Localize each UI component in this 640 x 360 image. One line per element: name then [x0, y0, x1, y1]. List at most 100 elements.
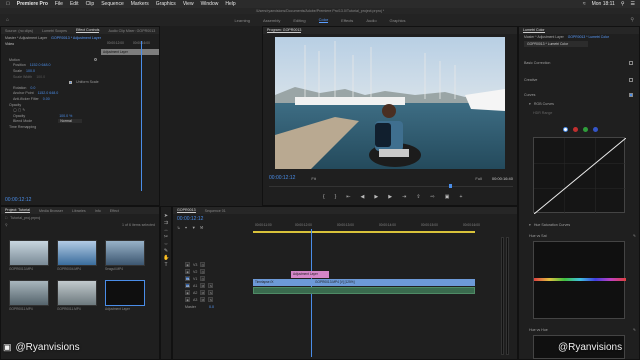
razor-tool-icon[interactable]: ✂	[163, 234, 169, 240]
add-button-icon[interactable]: +	[459, 194, 462, 200]
mark-in-icon[interactable]: {	[323, 194, 325, 200]
settings-wrench-icon[interactable]: ⚒	[200, 225, 204, 230]
gopr0013-video-clip[interactable]: GOPR0013.MP4 [V] [125%]	[313, 279, 475, 286]
mark-out-icon[interactable]: }	[335, 194, 337, 200]
slip-tool-icon[interactable]: ⇔	[163, 241, 169, 247]
playback-quality-select[interactable]: Full	[475, 176, 481, 181]
track-a1[interactable]: A1 A1 M S	[173, 282, 253, 289]
search-icon[interactable]: ⚲	[5, 223, 8, 227]
tab-sequence-01[interactable]: Sequence 01	[205, 209, 226, 213]
project-item[interactable]: GOPR0011.MP4	[57, 280, 97, 311]
menu-help[interactable]: Help	[225, 1, 235, 7]
blue-channel-button[interactable]	[593, 127, 598, 132]
hand-tool-icon[interactable]: ✋	[163, 255, 169, 261]
track-master[interactable]: Master 0.0	[173, 303, 253, 310]
export-frame-icon[interactable]: ▣	[445, 194, 450, 200]
project-item[interactable]: Adjustment Layer	[105, 280, 145, 311]
zoom-fit-select[interactable]: Fit	[311, 176, 315, 181]
lumetri-sequence-label[interactable]: GOPR0013 * Lumetri Color	[568, 35, 609, 39]
tab-audio-clip-mixer[interactable]: Audio Clip Mixer: GOPR0013	[108, 29, 155, 33]
tab-lumetri-scopes[interactable]: Lumetri Scopes	[42, 29, 67, 33]
play-icon[interactable]: ▶	[374, 194, 378, 200]
ec-time-ruler[interactable]: 00:00:12:00 00:00:16:00	[101, 41, 159, 48]
wifi-icon[interactable]: ≈	[583, 1, 586, 7]
workspace-effects[interactable]: Effects	[341, 18, 353, 23]
tab-media-browser[interactable]: Media Browser	[39, 209, 63, 213]
step-back-icon[interactable]: ◀	[361, 194, 365, 200]
menu-window[interactable]: Window	[201, 1, 219, 7]
workspace-assembly[interactable]: Assembly	[263, 18, 280, 23]
timelapse-clip[interactable]: Timelapse.fX	[253, 279, 313, 286]
selection-tool-icon[interactable]: ➤	[163, 213, 169, 219]
workspace-learning[interactable]: Learning	[234, 18, 250, 23]
tab-lumetri-color[interactable]: Lumetri Color	[523, 28, 545, 33]
add-marker-icon[interactable]: ▼	[192, 225, 196, 230]
workspace-graphics[interactable]: Graphics	[390, 18, 406, 23]
ec-clip-bar[interactable]: Adjustment Layer	[101, 49, 159, 55]
search-icon[interactable]: ⚲	[621, 1, 625, 7]
menu-markers[interactable]: Markers	[131, 1, 149, 7]
tab-sequence-gopr0013[interactable]: GOPR0013	[177, 208, 196, 213]
menu-list-icon[interactable]: ☰	[631, 1, 635, 7]
go-to-in-icon[interactable]: ⇤	[346, 194, 350, 200]
tab-project[interactable]: Project: Tutorial	[5, 208, 30, 213]
section-basic-correction[interactable]: Basic Correction	[519, 58, 639, 67]
workspace-editing[interactable]: Editing	[293, 18, 305, 23]
tab-libraries[interactable]: Libraries	[72, 209, 86, 213]
lumetri-master-label[interactable]: Master * Adjustment Layer	[524, 35, 564, 39]
workspace-audio[interactable]: Audio	[366, 18, 376, 23]
track-v2[interactable]: ◉ V2 ◎	[173, 268, 253, 275]
track-v3[interactable]: ◉ V3 ◎	[173, 261, 253, 268]
menu-graphics[interactable]: Graphics	[156, 1, 176, 7]
green-channel-button[interactable]	[583, 127, 588, 132]
type-tool-icon[interactable]: T	[163, 262, 169, 268]
project-item[interactable]: GOPR0013.MP4	[9, 240, 49, 271]
tab-source[interactable]: Source: (no clips)	[5, 29, 33, 33]
track-a2[interactable]: ◉ A2 M S	[173, 289, 253, 296]
menu-sequence[interactable]: Sequence	[101, 1, 124, 7]
project-item[interactable]: GOPR0011.MP4	[9, 280, 49, 311]
tab-effects[interactable]: Effect	[110, 209, 119, 213]
ec-row-time-remapping[interactable]: Time Remapping	[1, 124, 101, 130]
lift-icon[interactable]: ⇧	[416, 194, 420, 200]
ec-playhead[interactable]	[141, 41, 142, 191]
rgb-curves-toggle[interactable]: ▾ RGB Curves	[519, 99, 639, 108]
program-playhead[interactable]	[449, 184, 452, 188]
go-to-out-icon[interactable]: ⇥	[402, 194, 406, 200]
menu-view[interactable]: View	[183, 1, 194, 7]
pen-tool-icon[interactable]: ✎	[163, 248, 169, 254]
section-curves[interactable]: Curves	[519, 90, 639, 99]
track-select-icon[interactable]: ⇉	[163, 220, 169, 226]
apple-icon[interactable]: 	[6, 1, 10, 7]
red-channel-button[interactable]	[573, 127, 578, 132]
lumetri-effect-select[interactable]: GOPR0013 * Lumetri Color	[519, 40, 639, 48]
app-menu[interactable]: Premiere Pro	[17, 1, 48, 7]
rgb-curve-graph[interactable]	[533, 137, 627, 215]
luma-channel-button[interactable]	[563, 127, 568, 132]
project-item[interactable]: Seagull.MP4	[105, 240, 145, 271]
tab-program[interactable]: Program: GOPR0013	[267, 28, 302, 33]
adjustment-layer-clip[interactable]: Adjustment Layer	[291, 271, 329, 278]
section-creative[interactable]: Creative	[519, 75, 639, 84]
hue-vs-sat-graph[interactable]	[533, 241, 626, 319]
linked-selection-icon[interactable]: ⚭	[184, 225, 187, 230]
program-timecode[interactable]: 00:00:12:12	[269, 175, 295, 181]
menu-clip[interactable]: Clip	[86, 1, 95, 7]
program-video-frame[interactable]	[275, 37, 505, 169]
workspace-color[interactable]: Color	[318, 17, 329, 23]
track-a3[interactable]: ◉ A3 M S	[173, 296, 253, 303]
tab-effect-controls[interactable]: Effect Controls	[75, 28, 100, 33]
snap-icon[interactable]: ↳	[177, 225, 180, 230]
timeline-ruler[interactable]: 00:00:11:00 00:00:12:00 00:00:13:00 00:0…	[253, 221, 515, 233]
extract-icon[interactable]: ⇨	[431, 194, 435, 200]
master-clip-label[interactable]: Master * Adjustment Layer	[5, 36, 47, 40]
hue-saturation-curves-toggle[interactable]: ▾ Hue Saturation Curves	[519, 220, 640, 229]
track-v1[interactable]: V1 V1 ◎	[173, 275, 253, 282]
tab-info[interactable]: Info	[95, 209, 101, 213]
ripple-edit-icon[interactable]: ↔	[163, 227, 169, 233]
audio-clip-a1[interactable]	[253, 287, 475, 294]
project-item[interactable]: GOPR0004.MP4	[57, 240, 97, 271]
step-forward-icon[interactable]: ▶	[388, 194, 392, 200]
timeline-timecode[interactable]: 00:00:12:12	[177, 216, 203, 222]
sequence-clip-label[interactable]: GOPR0013 * Adjustment Layer	[51, 36, 101, 40]
